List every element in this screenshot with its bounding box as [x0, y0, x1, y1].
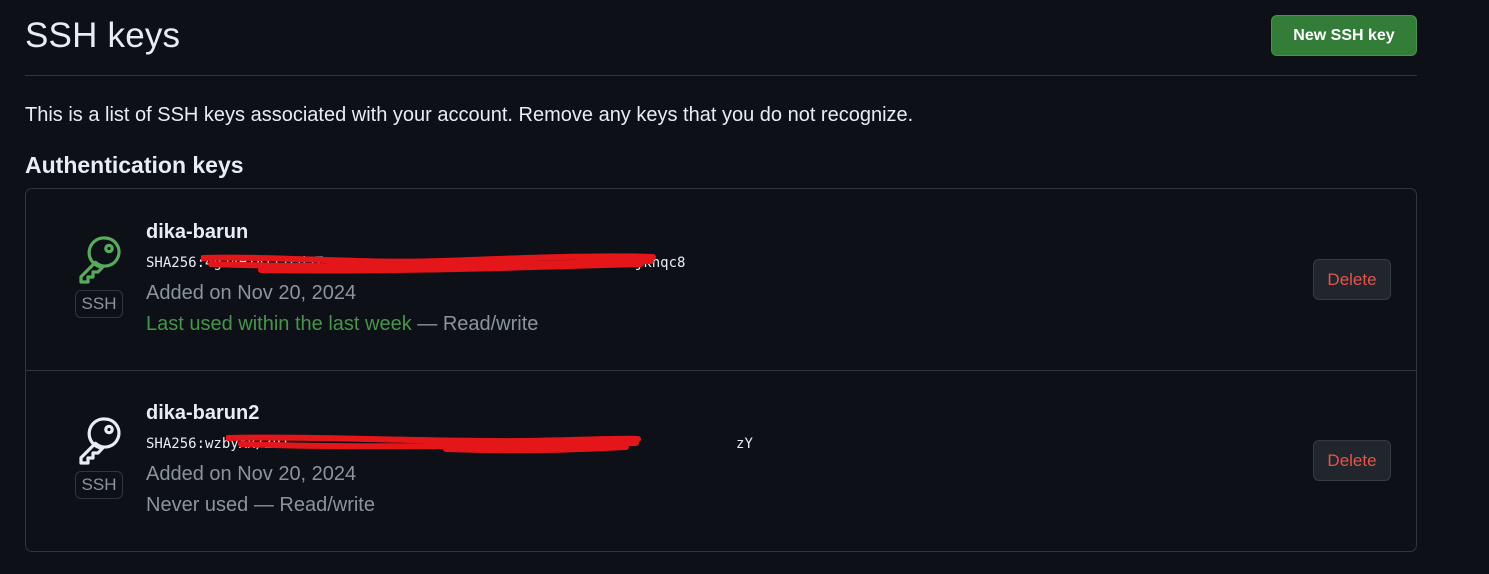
redaction-scribble	[201, 253, 656, 274]
key-icon-column: SSH	[74, 234, 124, 318]
key-title: dika-barun	[146, 221, 249, 243]
page-title: SSH keys	[25, 16, 181, 55]
ssh-badge: SSH	[74, 471, 124, 499]
fingerprint-container: SHA256:wzbyXx/Zu1 zY	[146, 433, 753, 455]
new-ssh-key-button[interactable]: New SSH key	[1271, 15, 1417, 56]
key-icon	[79, 236, 121, 284]
ssh-keys-page: SSH keys New SSH key This is a list of S…	[0, 0, 1489, 574]
page-description: This is a list of SSH keys associated wi…	[25, 104, 914, 126]
key-row: SSH dika-barun SHA256:4gJ4H1ATI7Fd5T sjk…	[26, 189, 1416, 371]
key-details: dika-barun2 SHA256:wzbyXx/Zu1 zY Added o…	[146, 401, 753, 518]
delete-key-button[interactable]: Delete	[1313, 259, 1391, 300]
section-title-authentication-keys: Authentication keys	[25, 152, 244, 178]
key-added-date: Added on Nov 20, 2024	[146, 282, 357, 304]
delete-key-button[interactable]: Delete	[1313, 440, 1391, 481]
authentication-keys-list: SSH dika-barun SHA256:4gJ4H1ATI7Fd5T sjk…	[25, 188, 1417, 552]
key-added-date: Added on Nov 20, 2024	[146, 463, 357, 485]
key-details: dika-barun SHA256:4gJ4H1ATI7Fd5T sjknqc8…	[146, 220, 685, 337]
key-access-level: — Read/write	[411, 313, 539, 335]
redaction-scribble	[226, 434, 641, 454]
key-last-used: Last used within the last week	[146, 313, 412, 335]
key-usage: Last used within the last week — Read/wr…	[146, 311, 685, 337]
key-icon	[79, 417, 121, 465]
fingerprint-container: SHA256:4gJ4H1ATI7Fd5T sjknqc8	[146, 252, 685, 274]
key-row: SSH dika-barun2 SHA256:wzbyXx/Zu1 zY Add…	[26, 370, 1416, 551]
key-icon-column: SSH	[74, 415, 124, 499]
key-access-level: Never used — Read/write	[146, 494, 375, 516]
ssh-badge: SSH	[74, 290, 124, 318]
key-title: dika-barun2	[146, 402, 260, 424]
page-header: SSH keys New SSH key	[25, 0, 1417, 76]
key-usage: Never used — Read/write	[146, 492, 753, 518]
